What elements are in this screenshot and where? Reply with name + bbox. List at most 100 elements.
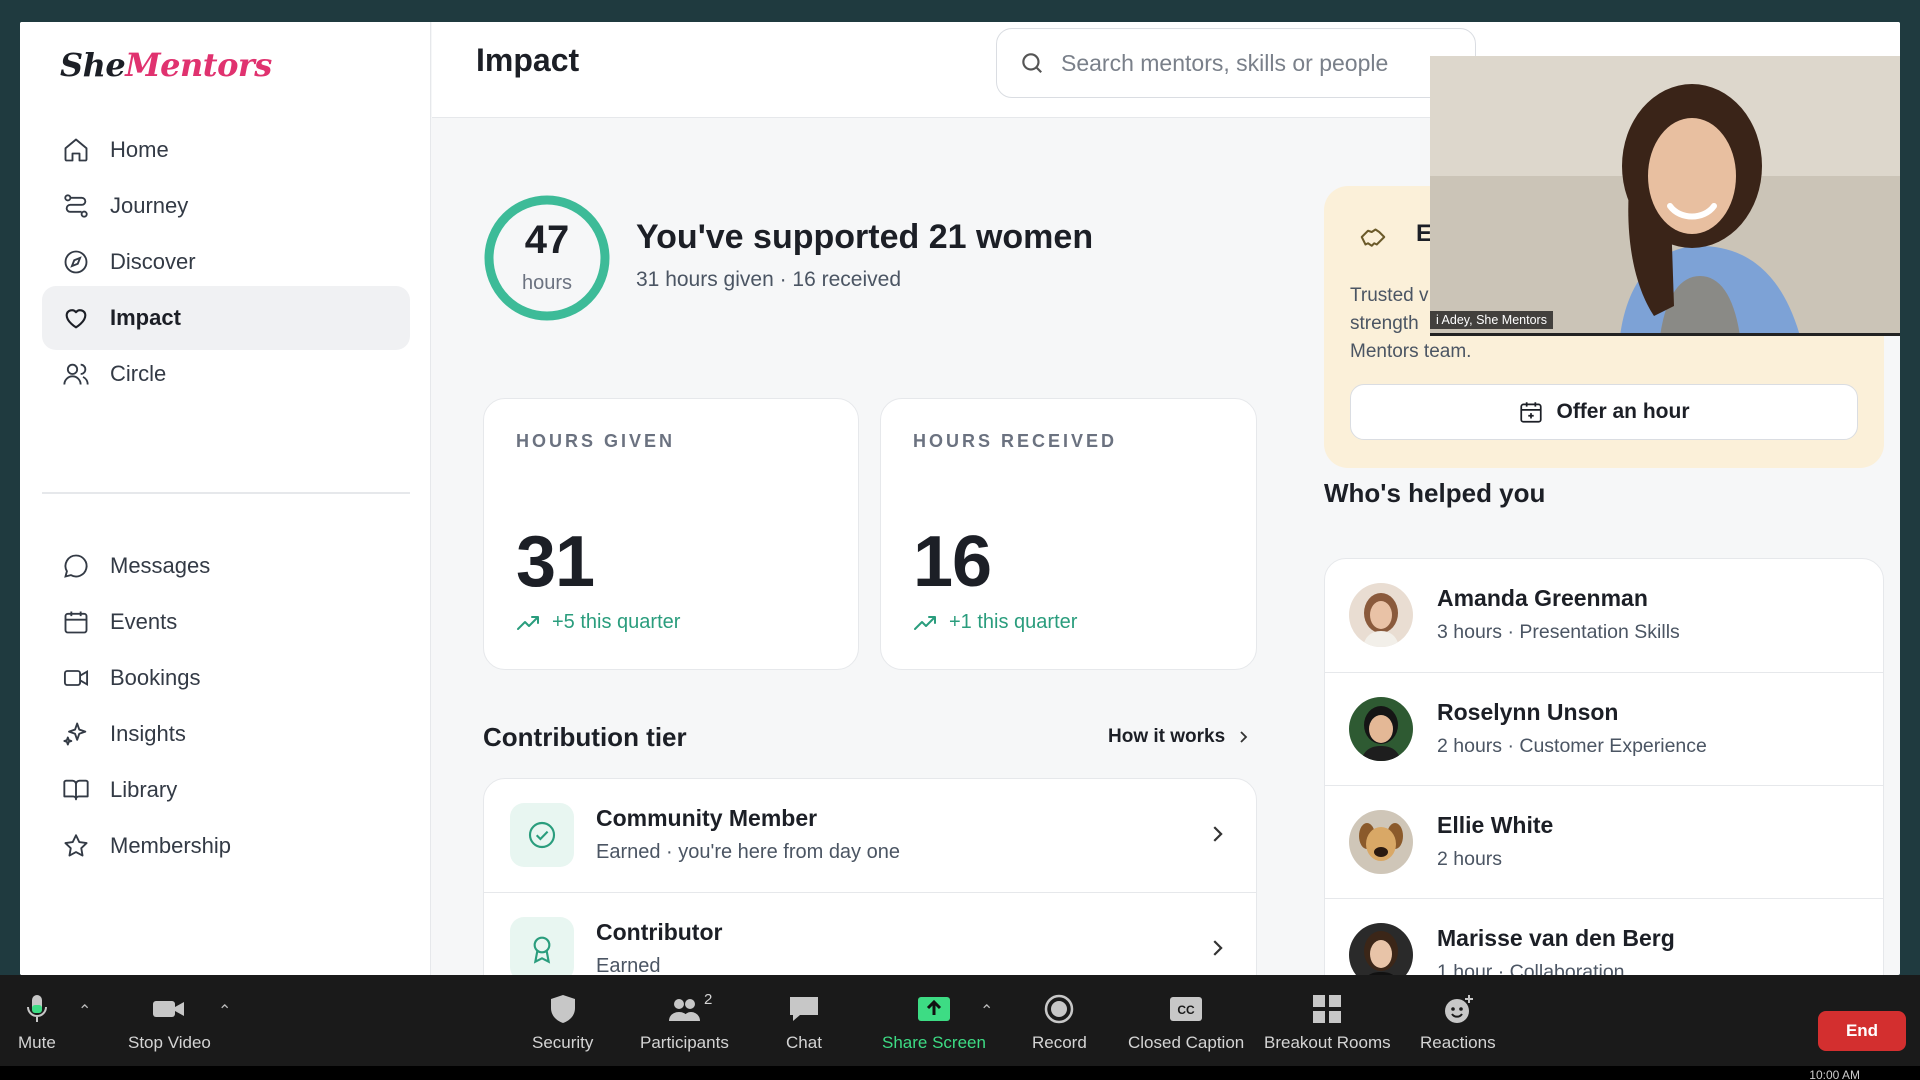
record-button[interactable]: Record: [1032, 993, 1087, 1053]
stat-label: HOURS RECEIVED: [913, 431, 1118, 451]
participants-button[interactable]: Participants: [640, 993, 729, 1053]
hours-received-card: HOURS RECEIVED 16 +1 this quarter: [880, 398, 1257, 670]
check-circle-icon: [528, 821, 556, 849]
avatar: [1349, 697, 1413, 761]
tier-row-community-member[interactable]: Community Member Earned · you're here fr…: [484, 779, 1256, 892]
offer-an-hour-button[interactable]: Offer an hour: [1350, 384, 1858, 440]
mute-button[interactable]: Mute: [18, 993, 56, 1053]
taskbar: [0, 1066, 1920, 1080]
list-item[interactable]: Amanda Greenman 3 hours · Presentation S…: [1325, 559, 1883, 672]
sidebar-item-impact[interactable]: Impact: [42, 286, 410, 350]
security-button[interactable]: Security: [532, 993, 593, 1053]
list-item[interactable]: Ellie White 2 hours: [1325, 785, 1883, 898]
taskbar-clock: 10:00 AM: [1809, 1068, 1860, 1080]
breakout-rooms-icon: [1313, 995, 1342, 1023]
sidebar-item-membership[interactable]: Membership: [42, 814, 410, 878]
helped-you-title: Who's helped you: [1324, 478, 1546, 508]
helper-meta: 1 hour · Collaboration: [1437, 961, 1625, 975]
avatar: [1349, 583, 1413, 647]
share-options-caret[interactable]: ⌃: [980, 1001, 993, 1021]
sidebar-item-events[interactable]: Events: [42, 590, 410, 654]
list-item[interactable]: Roselynn Unson 2 hours · Customer Experi…: [1325, 672, 1883, 785]
participants-icon: [669, 999, 701, 1021]
helper-name: Roselynn Unson: [1437, 699, 1619, 725]
sidebar-item-label: Messages: [110, 553, 211, 578]
calendar-icon: [64, 611, 88, 634]
tier-status: Earned · you're here from day one: [596, 841, 900, 863]
sidebar-item-messages[interactable]: Messages: [42, 534, 410, 598]
message-icon: [64, 554, 88, 578]
helper-name: Marisse van den Berg: [1437, 925, 1675, 951]
stat-value: 16: [913, 522, 992, 602]
home-icon: [64, 138, 88, 162]
brand-logo[interactable]: SheMentors: [60, 46, 272, 84]
sidebar-item-home[interactable]: Home: [42, 118, 410, 182]
stat-trend: +5 this quarter: [516, 611, 680, 634]
stop-video-button[interactable]: Stop Video: [128, 993, 211, 1053]
reactions-icon: [1444, 995, 1473, 1023]
search-input[interactable]: [1061, 49, 1421, 77]
search-box[interactable]: [996, 28, 1476, 98]
chevron-right-icon: [1240, 731, 1248, 743]
sidebar-item-discover[interactable]: Discover: [42, 230, 410, 294]
sidebar-item-label: Bookings: [110, 665, 201, 690]
mute-options-caret[interactable]: ⌃: [78, 1001, 91, 1021]
chat-icon: [790, 997, 818, 1021]
award-icon: [533, 936, 551, 964]
avatar: [1349, 923, 1413, 975]
sparkle-icon: [63, 722, 87, 746]
sidebar-item-label: Insights: [110, 721, 186, 746]
breakout-rooms-button[interactable]: Breakout Rooms: [1264, 993, 1391, 1053]
meeting-toolbar: Mute ⌃ Stop Video ⌃ Security Participant…: [0, 975, 1920, 1080]
star-icon: [64, 834, 88, 857]
book-icon: [63, 779, 89, 801]
sidebar-item-label: Library: [110, 777, 178, 802]
hours-given-card: HOURS GIVEN 31 +5 this quarter: [483, 398, 859, 670]
video-options-caret[interactable]: ⌃: [218, 1001, 231, 1021]
total-hours-unit: hours: [521, 272, 573, 294]
calendar-plus-icon: [1520, 402, 1543, 423]
reactions-button[interactable]: Reactions: [1420, 993, 1496, 1053]
video-participant-image: [1430, 56, 1900, 333]
sidebar-item-label: Circle: [110, 361, 167, 386]
impact-summary: 31 hours given · 16 received: [636, 268, 901, 291]
sidebar-item-label: Home: [110, 137, 169, 162]
helper-meta: 2 hours · Customer Experience: [1437, 735, 1707, 757]
contribution-tier-title: Contribution tier: [483, 722, 687, 752]
video-feed[interactable]: i Adey, She Mentors: [1430, 56, 1900, 336]
record-icon: [1045, 994, 1074, 1024]
sidebar-item-label: Journey: [110, 193, 189, 218]
search-icon: [1022, 53, 1042, 73]
end-meeting-button[interactable]: End: [1818, 1011, 1906, 1051]
video-icon: [63, 669, 89, 687]
video-name-tag: i Adey, She Mentors: [1430, 311, 1553, 329]
stat-label: HOURS GIVEN: [516, 431, 676, 451]
how-it-works-link[interactable]: How it works: [1108, 726, 1251, 748]
sidebar-item-insights[interactable]: Insights: [42, 702, 410, 766]
sidebar-item-journey[interactable]: Journey: [42, 174, 410, 238]
trending-up-icon: [517, 615, 539, 630]
sidebar-item-label: Impact: [110, 305, 181, 330]
tier-status: Earned: [596, 955, 661, 975]
list-item[interactable]: Marisse van den Berg 1 hour · Collaborat…: [1325, 898, 1883, 975]
sidebar-item-library[interactable]: Library: [42, 758, 410, 822]
closed-caption-button[interactable]: CC Closed Caption: [1128, 993, 1244, 1053]
sidebar-divider: [42, 492, 410, 494]
sidebar-item-bookings[interactable]: Bookings: [42, 646, 410, 710]
route-icon: [64, 194, 88, 218]
app-window: SheMentors Home Journey Discover Impact …: [20, 22, 1900, 975]
cc-icon: CC: [1170, 997, 1203, 1021]
share-screen-button[interactable]: Share Screen: [882, 993, 986, 1053]
tier-name: Community Member: [596, 805, 818, 831]
chat-button[interactable]: Chat: [786, 993, 822, 1053]
compass-icon: [64, 250, 88, 274]
stat-trend: +1 this quarter: [913, 611, 1077, 634]
chevron-right-icon: [1213, 940, 1223, 956]
tier-list: Community Member Earned · you're here fr…: [483, 778, 1257, 975]
sidebar-item-circle[interactable]: Circle: [42, 342, 410, 406]
helpers-list: Amanda Greenman 3 hours · Presentation S…: [1324, 558, 1884, 975]
share-screen-icon: [917, 997, 950, 1021]
stat-value: 31: [516, 522, 595, 602]
sidebar-item-label: Membership: [110, 833, 232, 858]
tier-row-contributor[interactable]: Contributor Earned: [484, 892, 1256, 975]
